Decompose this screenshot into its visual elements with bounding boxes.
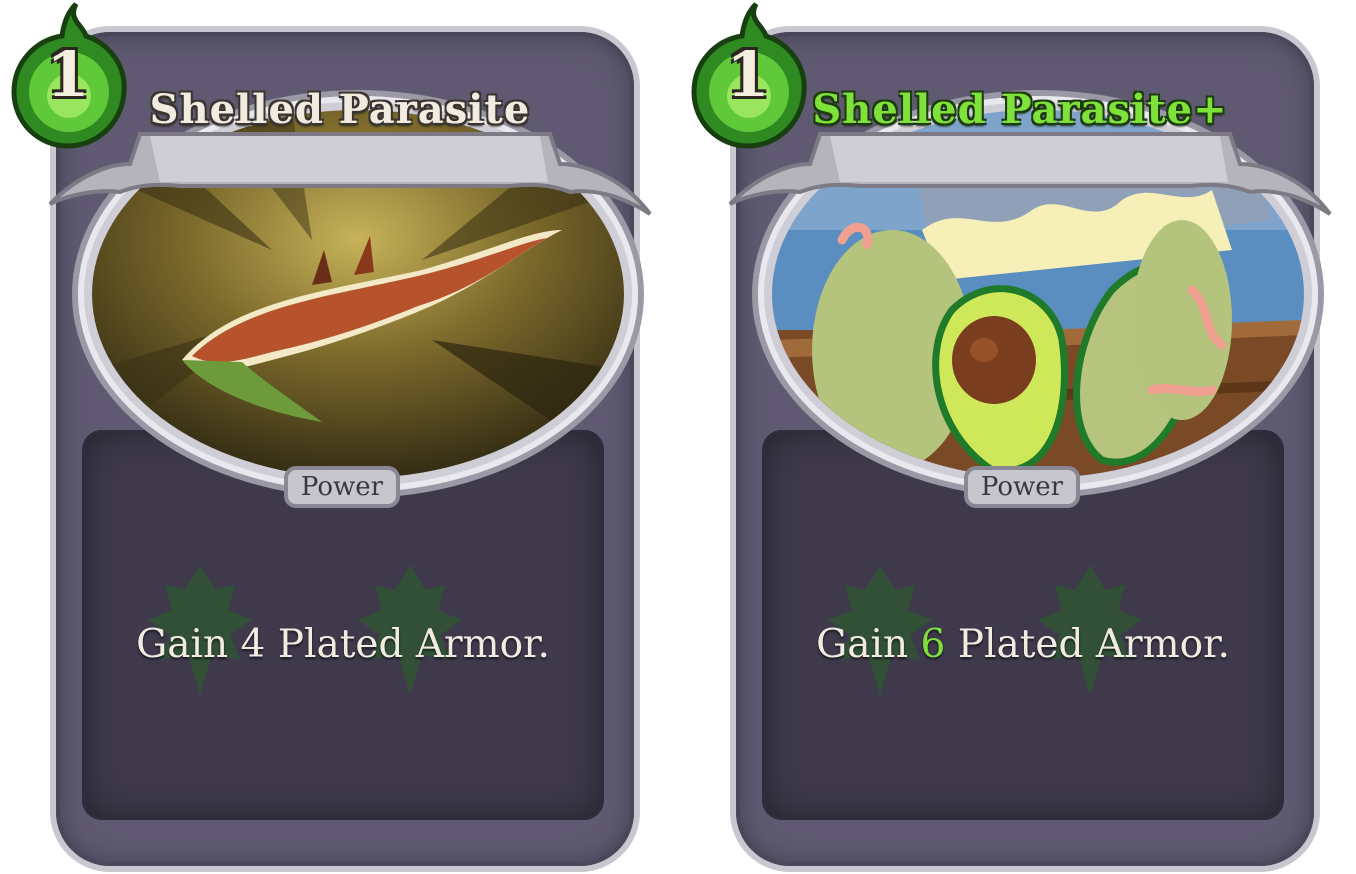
desc-prefix: Gain (816, 622, 921, 667)
card-title: Shelled Parasite+ (812, 86, 1228, 133)
card-shelled-parasite[interactable]: Shelled Parasite 1 Power Gain 4 Plated A… (0, 0, 672, 874)
desc-prefix: Gain (136, 622, 241, 667)
card-description: Gain 6 Plated Armor. (762, 622, 1284, 667)
card-type-tag: Power (964, 466, 1080, 508)
card-description: Gain 4 Plated Armor. (82, 622, 604, 667)
card-type-tag: Power (284, 466, 400, 508)
card-title: Shelled Parasite (149, 86, 531, 133)
desc-suffix: Plated Armor. (945, 622, 1230, 667)
energy-cost: 1 (726, 38, 770, 111)
desc-suffix: Plated Armor. (265, 622, 550, 667)
energy-cost: 1 (46, 38, 90, 111)
desc-value: 4 (240, 622, 266, 667)
desc-value: 6 (920, 622, 946, 667)
card-shelled-parasite-plus[interactable]: Shelled Parasite+ 1 Power Gain 6 Plated … (680, 0, 1352, 874)
